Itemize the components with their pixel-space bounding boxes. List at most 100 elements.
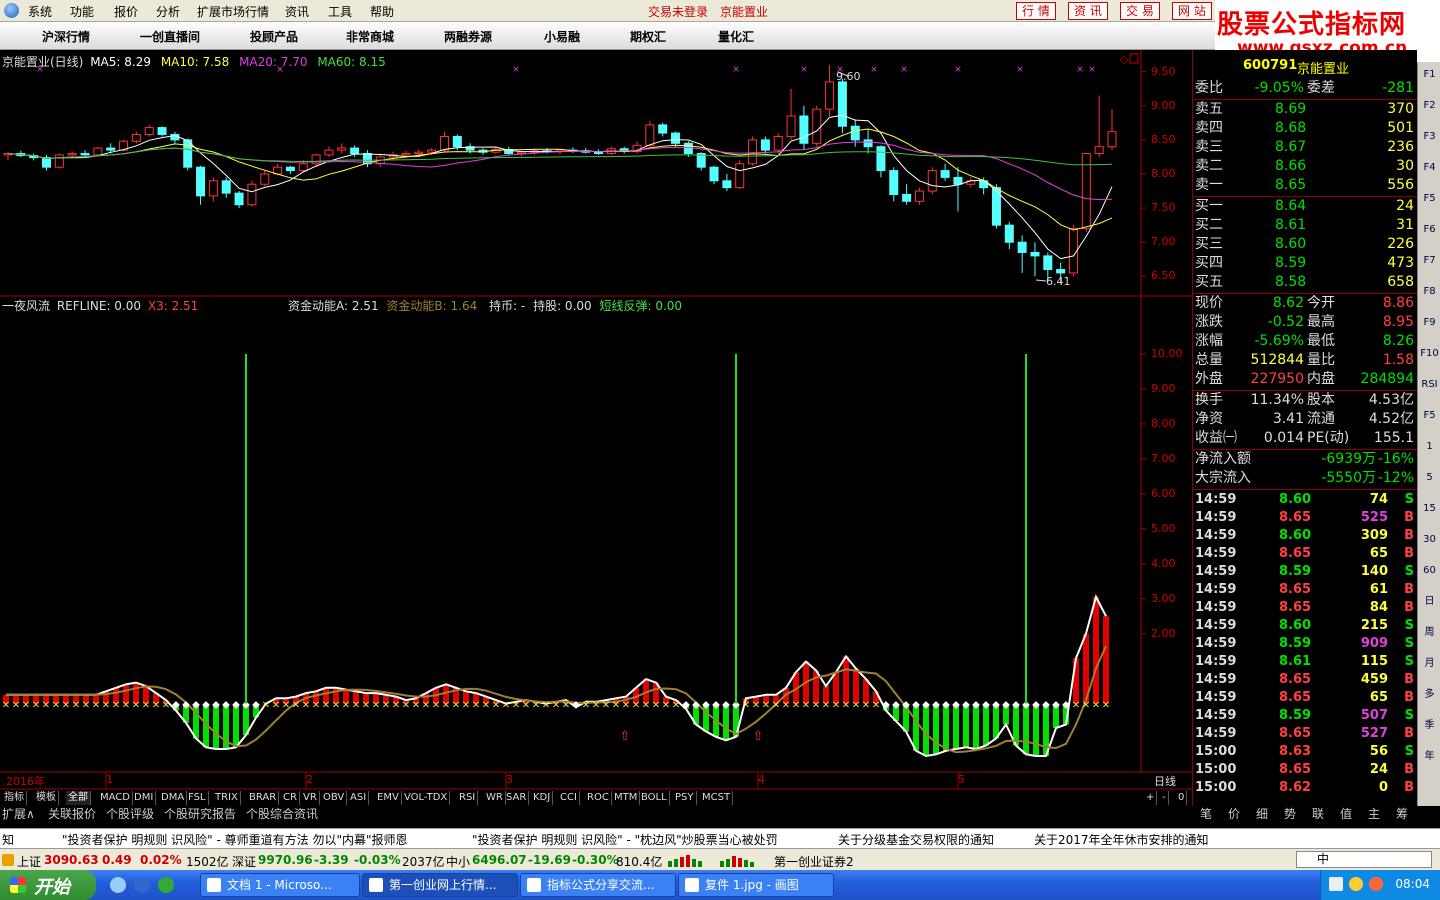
task-browser[interactable]: 指标公式分享交流... (520, 873, 676, 897)
task-trading-app[interactable]: 第一创业网上行情... (362, 873, 518, 897)
show-desktop-icon[interactable] (110, 877, 126, 893)
ext-tab[interactable]: 个股综合资讯 (246, 807, 318, 821)
toolbar-button-5[interactable]: 5 (1420, 469, 1439, 487)
zoom-reset-button[interactable]: 0 (1176, 791, 1188, 805)
indicator-tab-psy[interactable]: PSY (673, 791, 697, 805)
indicator-tab-cr[interactable]: CR (281, 791, 300, 805)
indicator-tab-wr[interactable]: WR (484, 791, 506, 805)
indicator-tab-template[interactable]: 模板 (34, 791, 59, 805)
toolbar-button-60[interactable]: 60 (1420, 562, 1439, 580)
menu-system[interactable]: 系统 (28, 3, 52, 20)
indicator-tab-dma[interactable]: DMA (159, 791, 188, 805)
panel-tab[interactable]: 筹 (1396, 807, 1408, 821)
nav-margin[interactable]: 两融券源 (444, 28, 492, 45)
ie-browser-icon[interactable] (134, 877, 150, 893)
task-paint[interactable]: 复件 1.jpg - 画图 (678, 873, 834, 897)
website-button[interactable]: 网 站 (1172, 2, 1212, 20)
quick-launch-icon[interactable] (158, 877, 174, 893)
panel-tab[interactable]: 笔 (1200, 807, 1212, 821)
trade-login-status[interactable]: 交易未登录 (648, 3, 708, 20)
nav-hs-market[interactable]: 沪深行情 (42, 28, 90, 45)
indicator-tab-kdj[interactable]: KDJ (531, 791, 554, 805)
menu-help[interactable]: 帮助 (370, 3, 394, 20)
chart-canvas[interactable]: × × × × × × × × × × × ×× × × × × × × × × × × × × × × × × ◆ ◆ ◆ ◆ ◆ ◆ ◆ ◆ ◆ × ×… (0, 50, 1192, 790)
menu-quote[interactable]: 报价 (114, 3, 138, 20)
nav-quant[interactable]: 量化汇 (718, 28, 754, 45)
nav-live-room[interactable]: 一创直播间 (140, 28, 200, 45)
toolbar-button-rsi[interactable]: RSI (1420, 376, 1439, 394)
panel-tab[interactable]: 势 (1284, 807, 1296, 821)
toolbar-button-年[interactable]: 年 (1420, 748, 1439, 766)
ext-tab[interactable]: 个股研究报告 (164, 807, 236, 821)
toolbar-button-f9[interactable]: F9 (1420, 314, 1439, 332)
menu-tools[interactable]: 工具 (328, 3, 352, 20)
panel-tab[interactable]: 细 (1256, 807, 1268, 821)
news-item[interactable]: 关于分级基金交易权限的通知 (838, 831, 994, 848)
toolbar-button-f5[interactable]: F5 (1420, 190, 1439, 208)
indicator-tab-boll[interactable]: BOLL (639, 791, 670, 805)
toolbar-button-f7[interactable]: F7 (1420, 252, 1439, 270)
indicator-tab-trix[interactable]: TRIX (213, 791, 241, 805)
menu-analysis[interactable]: 分析 (156, 3, 180, 20)
security-tray-icon[interactable] (1369, 877, 1383, 891)
period-label[interactable]: 日线 (1154, 773, 1176, 789)
indicator-tab-fsl[interactable]: FSL (186, 791, 209, 805)
indicator-tab-brar[interactable]: BRAR (247, 791, 280, 805)
indicator-tab-roc[interactable]: ROC (585, 791, 612, 805)
toolbar-button-日[interactable]: 日 (1420, 593, 1439, 611)
ext-tab[interactable]: 扩展∧ (2, 807, 35, 821)
toolbar-button-月[interactable]: 月 (1420, 655, 1439, 673)
indicator-tab-asi[interactable]: ASI (348, 791, 370, 805)
menu-ext-market[interactable]: 扩展市场行情 (197, 3, 269, 20)
indicator-tab-mcst[interactable]: MCST (700, 791, 734, 805)
panel-tab[interactable]: 联 (1312, 807, 1324, 821)
quote-button[interactable]: 行 情 (1016, 2, 1056, 20)
ime-toolbar[interactable]: 中 (1296, 851, 1432, 868)
indicator-tab-obv[interactable]: OBV (321, 791, 348, 805)
toolbar-button-多[interactable]: 多 (1420, 686, 1439, 704)
toolbar-button-15[interactable]: 15 (1420, 500, 1439, 518)
news-item[interactable]: 关于2017年全年休市安排的通知 (1034, 831, 1209, 848)
indicator-tab-cci[interactable]: CCI (558, 791, 580, 805)
panel-tab[interactable]: 主 (1368, 807, 1380, 821)
zoom-out-button[interactable]: - (1160, 791, 1169, 805)
indicator-tab-indicator[interactable]: 指标 (2, 791, 27, 805)
toolbar-button-f5[interactable]: F5 (1420, 407, 1439, 425)
menu-info[interactable]: 资讯 (285, 3, 309, 20)
toolbar-button-1[interactable]: 1 (1420, 438, 1439, 456)
indicator-tab-vol-tdx[interactable]: VOL-TDX (402, 791, 451, 805)
trade-button[interactable]: 交 易 (1120, 2, 1160, 20)
sz-index-label[interactable]: 深证 (232, 853, 256, 870)
kline-chart[interactable]: × × × × × × × × × × × × × × × × × × × × × × × × × × × × × ◆ ◆ ◆ ◆ ◆ ◆ ◆ ◆ ◆ × ×… (0, 50, 1192, 790)
toolbar-button-周[interactable]: 周 (1420, 624, 1439, 642)
sh-index-label[interactable]: 上证 (17, 853, 41, 870)
indicator-tab-emv[interactable]: EMV (375, 791, 402, 805)
indicator-tab-vr[interactable]: VR (301, 791, 320, 805)
toolbar-button-f4[interactable]: F4 (1420, 159, 1439, 177)
indicator-tab-sar[interactable]: SAR (504, 791, 530, 805)
nav-options[interactable]: 期权汇 (630, 28, 666, 45)
ime-tray-icon[interactable] (1329, 877, 1343, 891)
news-item[interactable]: "投资者保护 明规则 识风险" - 尊师重道有方法 勿以"内幕"报师恩 (62, 831, 407, 848)
indicator-tab-rsi[interactable]: RSI (457, 791, 479, 805)
nav-mall[interactable]: 非常商城 (346, 28, 394, 45)
indicator-tab-macd[interactable]: MACD (98, 791, 133, 805)
ext-tab[interactable]: 个股评级 (106, 807, 154, 821)
indicator-tab-all[interactable]: 全部 (66, 791, 91, 805)
panel-tab[interactable]: 值 (1340, 807, 1352, 821)
menu-function[interactable]: 功能 (70, 3, 94, 20)
start-button[interactable]: 开始 (0, 870, 96, 900)
news-item[interactable]: "投资者保护 明规则 识风险" - "枕边风"炒股票当心被处罚 (472, 831, 778, 848)
news-item[interactable]: 知 (2, 831, 14, 848)
toolbar-button-30[interactable]: 30 (1420, 531, 1439, 549)
zx-index-label[interactable]: 中小 (446, 853, 470, 870)
toolbar-button-f3[interactable]: F3 (1420, 128, 1439, 146)
task-word-doc[interactable]: 文档 1 - Microso... (200, 873, 360, 897)
network-tray-icon[interactable] (1349, 877, 1363, 891)
ext-tab[interactable]: 关联报价 (48, 807, 96, 821)
toolbar-button-f8[interactable]: F8 (1420, 283, 1439, 301)
indicator-tab-mtm[interactable]: MTM (612, 791, 641, 805)
nav-advisor[interactable]: 投顾产品 (250, 28, 298, 45)
toolbar-button-季[interactable]: 季 (1420, 717, 1439, 735)
zoom-in-button[interactable]: + (1144, 791, 1158, 805)
